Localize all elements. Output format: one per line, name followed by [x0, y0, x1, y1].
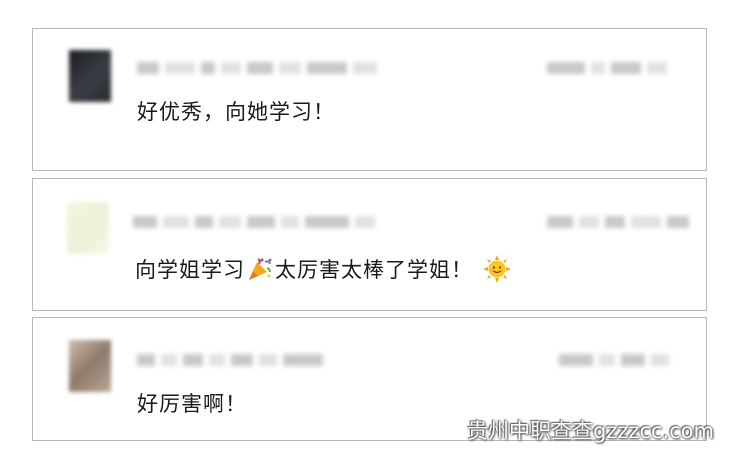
comment-text: 好优秀，向她学习！ — [137, 100, 335, 124]
username-blurred — [133, 213, 375, 231]
watermark: 贵州中职查查gzzzcc.com — [466, 419, 714, 443]
comment-text-part: 向学姐学习 — [135, 258, 245, 282]
comment-text-part: 太厉害太棒了学姐！ — [275, 258, 473, 282]
avatar[interactable] — [69, 50, 111, 102]
username-blurred — [137, 59, 377, 77]
timestamp-blurred — [547, 213, 689, 231]
timestamp-blurred — [559, 351, 669, 369]
avatar[interactable] — [67, 202, 109, 254]
comment-text: 好厉害啊！ — [137, 392, 247, 416]
comment-list: 好优秀，向她学习！ 向学姐学习 太厉害太棒了学姐！ 好厉害啊！ 贵州中职查查gz… — [0, 0, 730, 463]
comment-text: 向学姐学习 太厉害太棒了学姐！ — [135, 254, 511, 284]
comment-card: 向学姐学习 太厉害太棒了学姐！ — [32, 178, 707, 311]
timestamp-blurred — [547, 59, 667, 77]
comment-card: 好优秀，向她学习！ — [32, 28, 707, 171]
party-popper-icon — [249, 258, 272, 280]
sun-with-face-icon — [483, 255, 511, 283]
username-blurred — [137, 351, 323, 369]
avatar[interactable] — [69, 340, 111, 392]
